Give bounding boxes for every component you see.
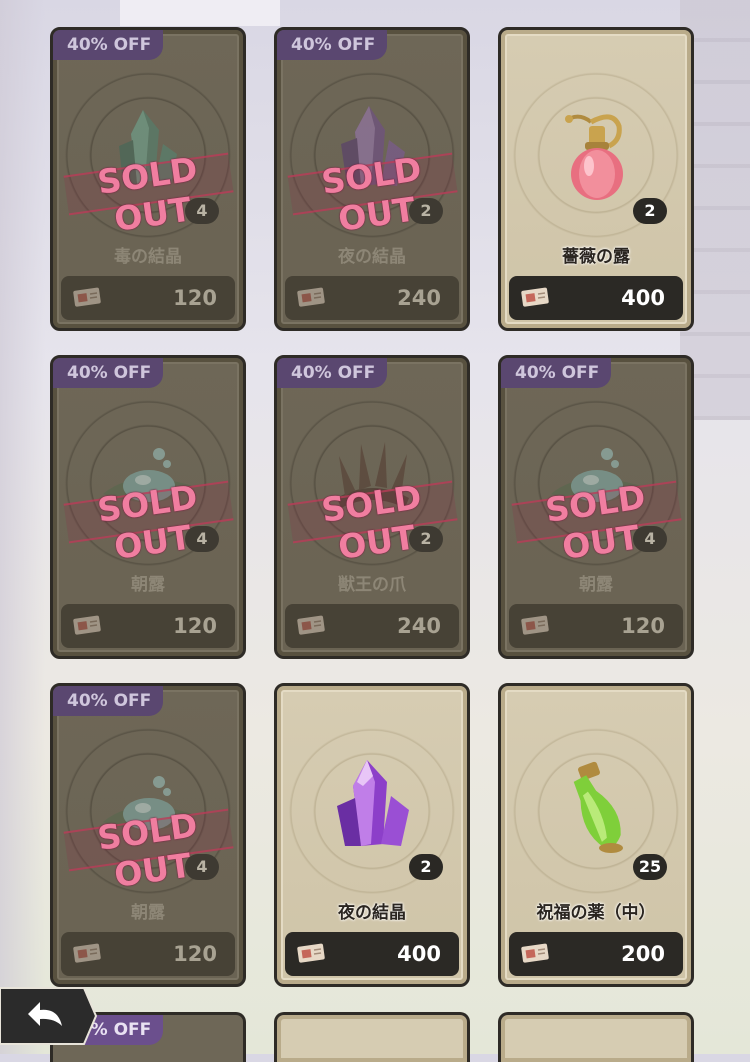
morning-dew-leaf-icon: [551, 448, 641, 503]
quantity-badge: 4: [185, 198, 219, 224]
price-bar: 240: [285, 604, 459, 648]
quantity-badge: 2: [409, 526, 443, 552]
item-price: 240: [397, 614, 441, 638]
item-price: 120: [621, 614, 665, 638]
ticket-icon: [297, 943, 325, 963]
quantity-badge: 2: [409, 198, 443, 224]
discount-badge: 40% OFF: [501, 358, 612, 388]
morning-dew-leaf-icon: [103, 448, 193, 503]
shop-item-card[interactable]: 25 祝福の薬（中） 200: [498, 683, 694, 987]
item-price: 400: [621, 286, 665, 310]
item-name: 夜の結晶: [338, 247, 406, 267]
ticket-icon: [521, 615, 549, 635]
green-potion-icon: [573, 761, 623, 853]
item-name: 朝露: [131, 903, 165, 923]
purple-crystal-icon: [337, 760, 409, 846]
quantity-badge: 4: [633, 526, 667, 552]
discount-badge: 40% OFF: [277, 30, 388, 60]
quantity-badge: 25: [633, 854, 667, 880]
ticket-icon: [297, 287, 325, 307]
discount-badge: 40% OFF: [53, 358, 164, 388]
item-price: 400: [397, 942, 441, 966]
shop-item-card[interactable]: [498, 1012, 694, 1062]
green-crystal-icon: [119, 110, 177, 184]
ticket-icon: [73, 287, 101, 307]
price-bar: 240: [285, 276, 459, 320]
price-bar: 400: [285, 932, 459, 976]
item-price: 120: [173, 614, 217, 638]
item-name: 朝露: [131, 575, 165, 595]
item-name: 毒の結晶: [114, 247, 182, 267]
quantity-badge: 2: [409, 854, 443, 880]
price-bar: 200: [509, 932, 683, 976]
back-button[interactable]: [0, 986, 98, 1046]
rose-perfume-bottle-icon: [565, 114, 623, 200]
purple-crystal-icon: [341, 106, 405, 186]
shop-item-card[interactable]: 40% OFF SOLD OUT 2 獣王の爪 240: [274, 355, 470, 659]
shop-item-card[interactable]: 40% OFF SOLD OUT 4 朝露 120: [50, 355, 246, 659]
item-price: 200: [621, 942, 665, 966]
quantity-badge: 4: [185, 526, 219, 552]
discount-badge: 40% OFF: [53, 30, 164, 60]
item-price: 120: [173, 286, 217, 310]
price-bar: 120: [509, 604, 683, 648]
discount-badge: 40% OFF: [53, 686, 164, 716]
item-name: 獣王の爪: [338, 575, 406, 595]
beast-claw-icon: [337, 442, 409, 508]
item-name: 夜の結晶: [338, 903, 406, 923]
shop-item-card[interactable]: 40% OFF SOLD OUT 2 夜の結晶 240: [274, 27, 470, 331]
ticket-icon: [297, 615, 325, 635]
price-bar: 120: [61, 932, 235, 976]
item-price: 120: [173, 942, 217, 966]
price-bar: 120: [61, 604, 235, 648]
quantity-badge: 2: [633, 198, 667, 224]
shop-item-card[interactable]: 40% OFF SOLD OUT 4 毒の結晶 120: [50, 27, 246, 331]
ticket-icon: [521, 287, 549, 307]
shop-item-card[interactable]: 2 夜の結晶 400: [274, 683, 470, 987]
shop-item-card[interactable]: 40% OFF SOLD OUT 4 朝露 120: [50, 683, 246, 987]
item-name: 薔薇の露: [562, 247, 630, 267]
morning-dew-leaf-icon: [103, 776, 193, 831]
item-name: 祝福の薬（中）: [536, 903, 656, 923]
price-bar: 400: [509, 276, 683, 320]
shop-item-card[interactable]: 2 薔薇の露 400: [498, 27, 694, 331]
ticket-icon: [73, 615, 101, 635]
item-name: 朝露: [579, 575, 613, 595]
quantity-badge: 4: [185, 854, 219, 880]
shop-item-card[interactable]: 40% OFF SOLD OUT 4 朝露 120: [498, 355, 694, 659]
shop-grid: 40% OFF SOLD OUT 4 毒の結晶 120 40% OFF SOLD…: [0, 0, 750, 1062]
ticket-icon: [521, 943, 549, 963]
price-bar: 120: [61, 276, 235, 320]
ticket-icon: [73, 943, 101, 963]
discount-badge: 40% OFF: [277, 358, 388, 388]
item-price: 240: [397, 286, 441, 310]
shop-item-card[interactable]: [274, 1012, 470, 1062]
